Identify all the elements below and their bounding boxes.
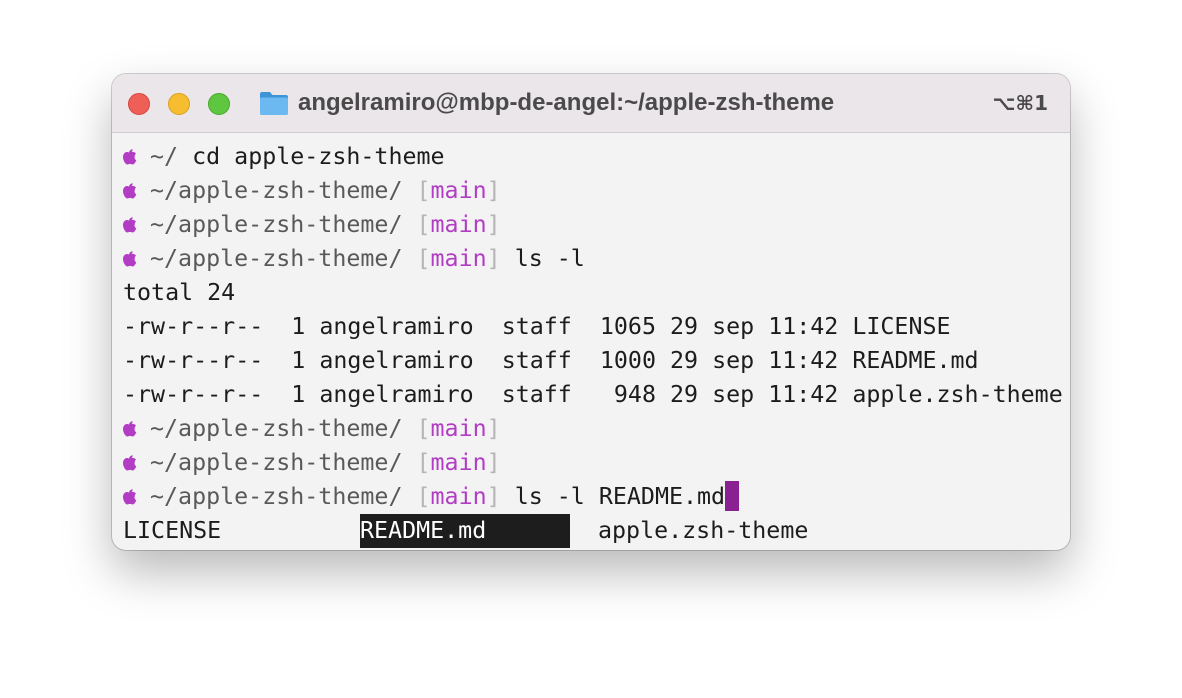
output-line: -rw-r--r-- 1 angelramiro staff 1000 29 s…: [123, 347, 979, 374]
apple-icon: [123, 217, 137, 233]
completion-item-selected[interactable]: README.md: [360, 514, 570, 548]
prompt-line: ~/apple-zsh-theme/ [main]: [123, 174, 1063, 208]
branch-bracket-open: [: [416, 483, 431, 510]
command-text: cd apple-zsh-theme: [178, 143, 445, 170]
branch-bracket-close: ]: [486, 483, 501, 510]
prompt-path: ~/apple-zsh-theme/: [150, 415, 403, 442]
text-cursor: [725, 481, 740, 511]
folder-icon: [260, 92, 288, 115]
branch-bracket-open: [: [416, 449, 431, 476]
command-input[interactable]: ls -l README.md: [501, 483, 725, 510]
branch-bracket-close: ]: [486, 245, 501, 272]
git-branch: main: [430, 211, 487, 238]
window-shortcut: ⌥⌘1: [992, 91, 1048, 115]
completion-item[interactable]: apple.zsh-theme: [598, 517, 808, 544]
git-branch: main: [430, 449, 487, 476]
branch-bracket-open: [: [416, 177, 431, 204]
branch-bracket-close: ]: [486, 177, 501, 204]
git-branch: main: [430, 245, 487, 272]
prompt-line: ~/apple-zsh-theme/ [main] ls -l: [123, 242, 1063, 276]
completion-item[interactable]: LICENSE: [123, 514, 360, 548]
zoom-button[interactable]: [208, 93, 230, 115]
branch-bracket-close: ]: [486, 211, 501, 238]
branch-bracket-close: ]: [486, 415, 501, 442]
apple-icon: [123, 489, 137, 505]
output-line: total 24: [123, 279, 236, 306]
apple-icon: [123, 455, 137, 471]
prompt-path: ~/apple-zsh-theme/: [150, 449, 403, 476]
terminal-output[interactable]: ~/ cd apple-zsh-theme ~/apple-zsh-theme/…: [123, 140, 1063, 548]
prompt-line-active[interactable]: ~/apple-zsh-theme/ [main] ls -l README.m…: [123, 480, 1063, 514]
branch-bracket-open: [: [416, 245, 431, 272]
terminal-window: angelramiro@mbp-de-angel:~/apple-zsh-the…: [112, 74, 1070, 550]
prompt-path: ~/: [150, 143, 179, 170]
output-line: -rw-r--r-- 1 angelramiro staff 948 29 se…: [123, 381, 1063, 408]
prompt-path: ~/apple-zsh-theme/: [150, 177, 403, 204]
prompt-line: ~/apple-zsh-theme/ [main]: [123, 412, 1063, 446]
prompt-path: ~/apple-zsh-theme/: [150, 483, 403, 510]
prompt-line: ~/ cd apple-zsh-theme: [123, 140, 1063, 174]
git-branch: main: [430, 415, 487, 442]
git-branch: main: [430, 483, 487, 510]
branch-bracket-open: [: [416, 211, 431, 238]
prompt-path: ~/apple-zsh-theme/: [150, 211, 403, 238]
prompt-line: ~/apple-zsh-theme/ [main]: [123, 208, 1063, 242]
branch-bracket-open: [: [416, 415, 431, 442]
prompt-path: ~/apple-zsh-theme/: [150, 245, 403, 272]
branch-bracket-close: ]: [486, 449, 501, 476]
git-branch: main: [430, 177, 487, 204]
minimize-button[interactable]: [168, 93, 190, 115]
apple-icon: [123, 421, 137, 437]
prompt-line: ~/apple-zsh-theme/ [main]: [123, 446, 1063, 480]
apple-icon: [123, 183, 137, 199]
output-line: -rw-r--r-- 1 angelramiro staff 1065 29 s…: [123, 313, 951, 340]
completion-list: LICENSE README.md apple.zsh-theme: [123, 514, 1063, 548]
close-button[interactable]: [128, 93, 150, 115]
window-title: angelramiro@mbp-de-angel:~/apple-zsh-the…: [298, 89, 835, 116]
command-text: ls -l: [500, 245, 585, 272]
title-bar: angelramiro@mbp-de-angel:~/apple-zsh-the…: [112, 74, 1070, 133]
apple-icon: [123, 251, 137, 267]
apple-icon: [123, 149, 137, 165]
